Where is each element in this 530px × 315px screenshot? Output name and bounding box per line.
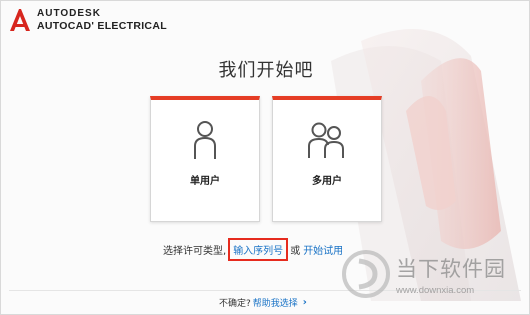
single-user-card[interactable]: 单用户 xyxy=(150,96,260,222)
watermark-title: 当下软件园 xyxy=(396,256,506,281)
unsure-text: 不确定? xyxy=(219,298,251,309)
single-user-icon xyxy=(151,120,259,160)
watermark-logo-icon xyxy=(342,250,390,298)
installer-window: AUTODESK AUTOCAD' ELECTRICAL 我们开始吧 单用户 多… xyxy=(0,0,530,315)
start-trial-link[interactable]: 开始试用 xyxy=(303,242,343,257)
watermark-url: www.downxia.com xyxy=(396,284,475,296)
company-name: AUTODESK xyxy=(37,8,101,19)
watermark-text: 当下软件园 www.downxia.com xyxy=(396,253,506,296)
multi-user-card[interactable]: 多用户 xyxy=(272,96,382,222)
multi-user-icon xyxy=(273,120,381,160)
help-me-choose-link[interactable]: 帮助我选择 xyxy=(253,296,298,309)
autodesk-brand: AUTODESK AUTOCAD' ELECTRICAL xyxy=(9,8,167,36)
autocad-logo-icon xyxy=(10,9,30,31)
page-title: 我们开始吧 xyxy=(218,60,314,81)
chevron-right-icon[interactable]: › xyxy=(303,297,307,308)
license-type-row: 选择许可类型, 输入序列号 或 开始试用 xyxy=(163,237,343,261)
or-text: 或 xyxy=(290,245,301,257)
single-user-label: 单用户 xyxy=(190,176,220,187)
multi-user-label: 多用户 xyxy=(312,176,342,187)
enter-serial-link[interactable]: 输入序列号 xyxy=(228,237,289,261)
brand-text: AUTODESK AUTOCAD' ELECTRICAL xyxy=(37,8,167,32)
help-row: 不确定? 帮助我选择 › xyxy=(219,295,307,309)
product-name: AUTOCAD' ELECTRICAL xyxy=(37,20,167,32)
license-prompt-text: 选择许可类型, xyxy=(163,245,227,257)
site-watermark: 当下软件园 www.downxia.com xyxy=(341,244,526,304)
